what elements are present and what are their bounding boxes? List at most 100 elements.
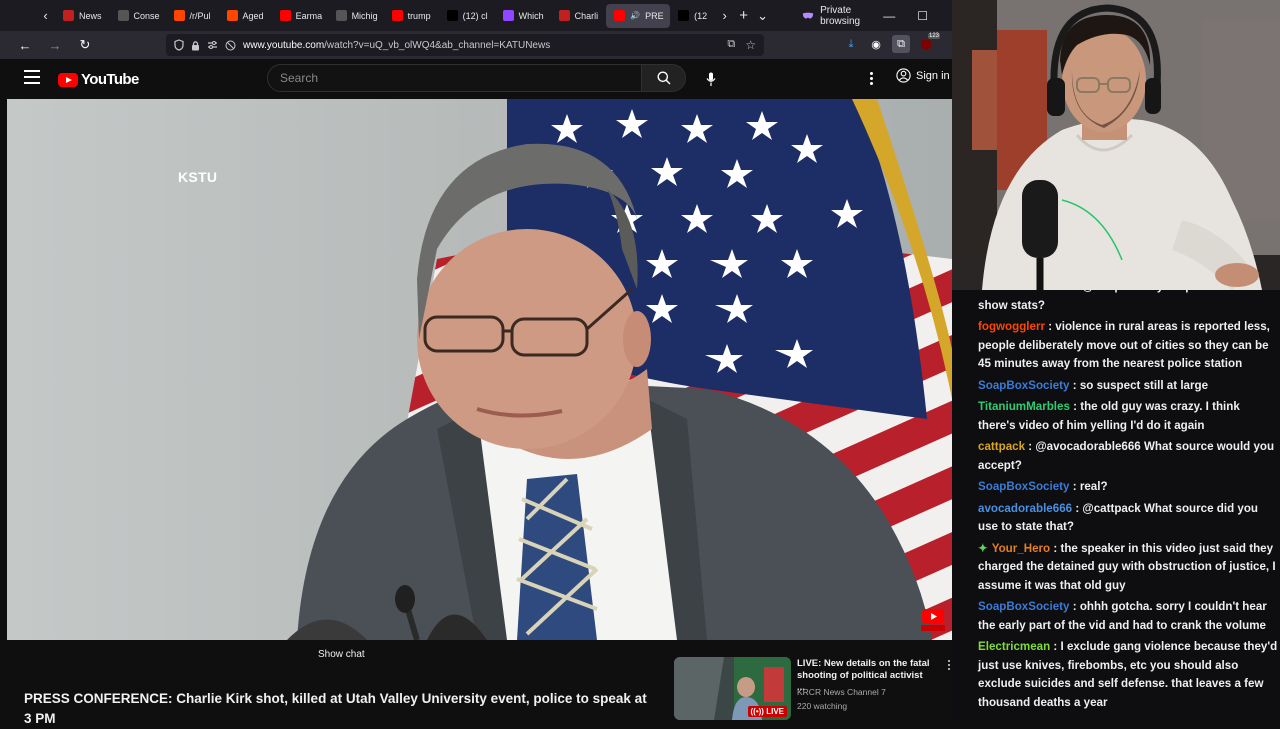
microphone-icon [706, 72, 716, 86]
browser-tab[interactable]: (12 [670, 4, 715, 28]
autoplay-blocked-icon[interactable] [225, 40, 236, 51]
tab-label: Earma [295, 10, 323, 21]
chat-text: so suspect still at large [1079, 378, 1209, 392]
window-controls: — ☐ [883, 9, 952, 23]
ublock-extension-icon[interactable]: 123 [917, 33, 940, 53]
chat-username[interactable]: SoapBoxSociety [978, 480, 1070, 493]
maximize-icon[interactable]: ☐ [917, 9, 928, 23]
search-icon [657, 71, 670, 85]
url-bar[interactable]: www.youtube.com/watch?v=uQ_vb_olWQ4&ab_c… [166, 34, 764, 56]
browser-tab[interactable]: Charli [551, 4, 607, 28]
private-browsing-indicator: Private browsing [802, 5, 883, 27]
back-icon[interactable]: ← [12, 33, 38, 57]
lock-icon[interactable] [191, 40, 200, 51]
chat-badge-icon: ✦ [978, 541, 988, 555]
sign-in-label: Sign in [916, 69, 950, 82]
tab-label: /r/Pul [189, 10, 211, 21]
browser-tab[interactable]: News [55, 4, 110, 28]
picture-in-picture-icon[interactable]: ⧉ [727, 38, 735, 52]
browser-nav-bar: ← → ↻ www.youtube.com/watch?v=uQ_vb_olWQ… [0, 31, 952, 59]
chat-username[interactable]: Electricmean [978, 640, 1050, 653]
chat-text: real? [1079, 480, 1108, 493]
tab-audio-icon[interactable]: 🔊 [630, 11, 640, 20]
youtube-logo-text: YouTube [81, 71, 139, 88]
browser-tab[interactable]: Earma [272, 4, 328, 28]
live-signal-icon: ((•)) [750, 707, 764, 716]
chat-message: avocadorable666 : @cattpack is your poin… [978, 290, 1278, 315]
video-frame-image [7, 99, 952, 640]
ap-favicon-icon [335, 10, 347, 21]
x-favicon-icon [678, 10, 690, 21]
chat-separator: : [1069, 600, 1080, 613]
chat-message: avocadorable666 : @cattpack What source … [978, 500, 1278, 537]
menu-hamburger-icon[interactable] [24, 70, 40, 84]
chat-message: fogwogglerr : violence in rural areas is… [978, 318, 1278, 374]
chat-text: @cattpack is your point not to show stat… [978, 290, 1249, 312]
extensions-icon[interactable]: ⧉ [892, 35, 910, 53]
chat-separator: : [1072, 290, 1082, 293]
browser-tab[interactable]: Aged [219, 4, 272, 28]
tab-label: PRE [645, 10, 664, 21]
browser-tab[interactable]: Michig [328, 4, 384, 28]
related-video-card[interactable]: ((•)) LIVE LIVE: New details on the fata… [674, 657, 952, 720]
news-favicon-icon [558, 10, 570, 21]
x-favicon-icon [446, 10, 458, 21]
browser-tab[interactable]: trump [384, 4, 439, 28]
account-icon[interactable]: ◉ [867, 35, 885, 53]
chat-message: SoapBoxSociety : ohhh gotcha. sorry I co… [978, 598, 1278, 635]
forward-icon[interactable]: → [42, 33, 68, 57]
sign-in-button[interactable]: Sign in [896, 68, 950, 83]
private-mask-icon [802, 12, 814, 19]
chat-panel: avocadorable666 : @cattpack is your poin… [952, 290, 1280, 720]
subscribe-watermark-icon[interactable] [920, 606, 946, 632]
chat-username[interactable]: avocadorable666 [978, 502, 1072, 515]
tab-label: Which [518, 10, 544, 21]
browser-tab[interactable]: Conse [110, 4, 166, 28]
youtube-play-icon [58, 72, 78, 87]
chat-separator: : [1044, 320, 1056, 333]
downloads-icon[interactable]: ⤓ [842, 35, 860, 53]
reload-icon[interactable]: ↻ [72, 33, 98, 57]
new-tab-icon[interactable]: + [734, 4, 753, 28]
voice-search-button[interactable] [698, 66, 724, 92]
youtube-logo[interactable]: YouTube [58, 71, 139, 88]
browser-tab[interactable]: Which [495, 4, 551, 28]
tab-label: Charli [574, 10, 599, 21]
permissions-icon[interactable] [207, 40, 218, 50]
chat-username[interactable]: fogwogglerr [978, 320, 1045, 333]
chat-username[interactable]: SoapBoxSociety [978, 600, 1070, 613]
tracking-shield-icon[interactable] [174, 39, 184, 51]
browser-tab[interactable]: (12) cl [439, 4, 495, 28]
minimize-icon[interactable]: — [883, 9, 895, 23]
chat-message: cattpack : @avocadorable666 What source … [978, 438, 1278, 475]
chat-username[interactable]: SoapBoxSociety [978, 379, 1070, 392]
chat-username[interactable]: TitaniumMarbles [978, 400, 1070, 413]
chat-username[interactable]: cattpack [978, 440, 1025, 453]
browser-tab[interactable]: 🔊PRE✕ [606, 3, 671, 28]
tab-label: Conse [133, 10, 160, 21]
youtube-favicon-icon [279, 10, 291, 21]
tab-list: News Conse/r/Pul Aged Earma Michig trump (12) … [55, 3, 715, 28]
bookmark-star-icon[interactable]: ☆ [745, 38, 756, 52]
chat-username[interactable]: Your_Hero [992, 542, 1050, 555]
tab-scroll-right-icon[interactable]: › [715, 4, 734, 28]
related-video-thumbnail[interactable]: ((•)) LIVE [674, 657, 791, 720]
search-input[interactable] [280, 71, 641, 85]
chat-separator: : [1069, 400, 1081, 413]
chat-separator: : [1069, 480, 1080, 493]
show-chat-button[interactable]: Show chat [318, 649, 365, 660]
browser-tab[interactable]: /r/Pul [166, 4, 219, 28]
search-button[interactable] [641, 64, 686, 92]
tab-label: News [79, 10, 102, 21]
toolbar-icons: ⤓ ◉ ⧉ 123 [842, 33, 940, 53]
chat-username[interactable]: avocadorable666 [978, 290, 1072, 293]
chat-message: Electricmean : I exclude gang violence b… [978, 638, 1278, 712]
url-text[interactable]: www.youtube.com/watch?v=uQ_vb_olWQ4&ab_c… [243, 40, 550, 51]
settings-more-icon[interactable] [864, 68, 878, 88]
video-player[interactable]: KSTU [7, 99, 952, 640]
ap-favicon-icon [117, 10, 129, 21]
tab-scroll-left-icon[interactable]: ‹ [36, 4, 55, 28]
list-all-tabs-icon[interactable]: ⌄ [753, 4, 772, 28]
live-badge: ((•)) LIVE [747, 706, 787, 717]
search-box[interactable] [267, 64, 642, 92]
